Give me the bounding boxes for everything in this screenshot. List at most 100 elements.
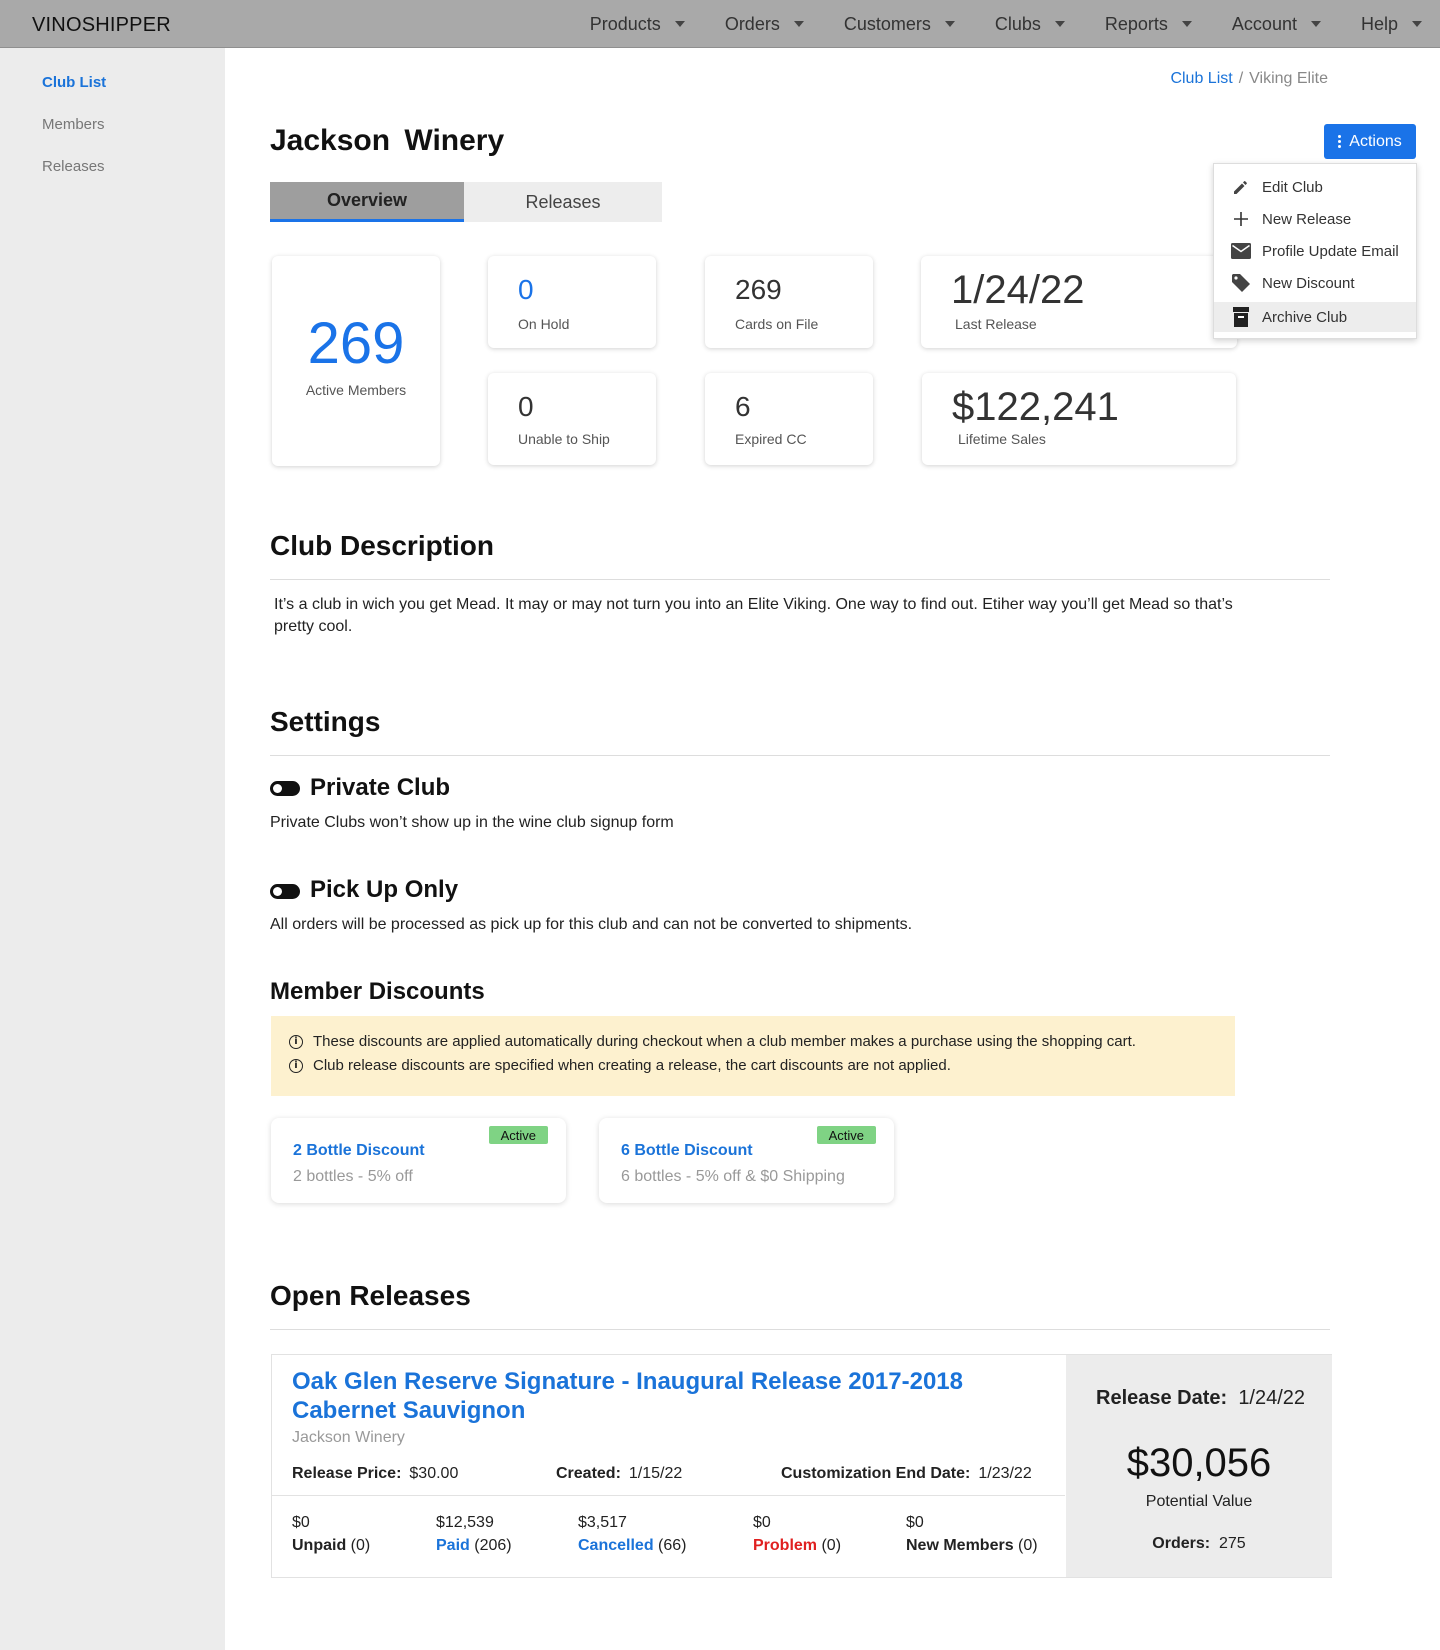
expired-cc-label: Expired CC	[735, 431, 807, 447]
nav-orders[interactable]: Orders	[725, 14, 804, 35]
tab-releases[interactable]: Releases	[464, 182, 662, 222]
breadcrumb-club-list[interactable]: Club List	[1170, 70, 1232, 87]
stat-card-expired-cc: 6 Expired CC	[705, 373, 873, 465]
stat-amount: $3,517	[578, 1514, 627, 1531]
release-card: Oak Glen Reserve Signature - Inaugural R…	[271, 1354, 1332, 1578]
status-badge: Active	[816, 1126, 876, 1144]
stat-card-active-members: 269 Active Members	[272, 256, 440, 466]
sidebar-item-club-list[interactable]: Club List	[42, 74, 106, 91]
menu-item-profile-update-email[interactable]: Profile Update Email	[1214, 236, 1416, 266]
tab-overview[interactable]: Overview	[270, 182, 464, 222]
release-winery: Jackson Winery	[292, 1429, 405, 1446]
chevron-down-icon	[1310, 21, 1321, 27]
stat-count: (66)	[658, 1537, 687, 1554]
release-stat-new-members: $0 New Members (0)	[906, 1511, 1038, 1557]
menu-item-label: Edit Club	[1262, 178, 1323, 196]
on-hold-label: On Hold	[518, 316, 570, 332]
release-date-label: Release Date:	[1096, 1387, 1228, 1409]
chevron-down-icon	[1412, 21, 1422, 27]
unable-to-ship-value: 0	[518, 391, 534, 422]
discount-info-box: i These discounts are applied automatica…	[271, 1016, 1235, 1096]
chevron-down-icon	[793, 21, 804, 27]
release-price: Release Price: $30.00	[292, 1465, 458, 1483]
menu-item-label: Profile Update Email	[1262, 242, 1399, 260]
stat-label: Unpaid	[292, 1537, 347, 1554]
menu-item-new-discount[interactable]: New Discount	[1214, 268, 1416, 298]
release-price-label: Release Price:	[292, 1465, 402, 1482]
club-description-heading: Club Description	[270, 530, 495, 561]
stat-count: (206)	[474, 1537, 512, 1554]
nav-products[interactable]: Products	[590, 14, 685, 35]
pick-up-only-note: All orders will be processed as pick up …	[270, 916, 913, 933]
custom-end-value: 1/23/22	[978, 1465, 1032, 1482]
release-stat-unpaid: $0 Unpaid (0)	[292, 1511, 370, 1557]
release-title-link[interactable]: Oak Glen Reserve Signature - Inaugural R…	[292, 1367, 1012, 1425]
cards-on-file-label: Cards on File	[735, 316, 819, 332]
stat-label: New Members	[906, 1537, 1014, 1554]
stat-amount: $12,539	[436, 1514, 494, 1531]
nav-clubs[interactable]: Clubs	[995, 14, 1065, 35]
release-stat-cancelled[interactable]: $3,517 Cancelled (66)	[578, 1511, 687, 1557]
stat-label-link[interactable]: Cancelled	[578, 1537, 654, 1554]
status-badge: Active	[488, 1126, 548, 1144]
plus-icon	[1230, 209, 1252, 229]
release-date: Release Date: 1/24/22	[1096, 1387, 1305, 1410]
info-icon: i	[289, 1034, 303, 1049]
actions-button[interactable]: Actions	[1324, 124, 1416, 159]
discount-name-link[interactable]: 2 Bottle Discount	[293, 1142, 425, 1160]
actions-button-label: Actions	[1349, 132, 1402, 150]
top-navbar: VINOSHIPPER Products Orders Customers Cl…	[0, 0, 1440, 48]
discount-detail: 2 bottles - 5% off	[293, 1168, 413, 1185]
nav-customers[interactable]: Customers	[844, 14, 955, 35]
info-line: i These discounts are applied automatica…	[289, 1033, 1136, 1050]
stat-card-on-hold[interactable]: 0 On Hold	[488, 256, 656, 348]
private-club-toggle[interactable]	[270, 781, 300, 796]
main-nav: Products Orders Customers Clubs Reports …	[550, 0, 1422, 48]
stat-label-link[interactable]: Problem	[753, 1537, 817, 1554]
stat-label-link[interactable]: Paid	[436, 1537, 470, 1554]
pick-up-only-title: Pick Up Only	[310, 876, 459, 903]
actions-menu: Edit Club New Release Profile Update Ema…	[1213, 163, 1417, 339]
archive-icon	[1230, 307, 1252, 327]
last-release-value: 1/24/22	[951, 268, 1085, 312]
stat-amount: $0	[906, 1514, 924, 1531]
release-date-value: 1/24/22	[1238, 1387, 1306, 1409]
release-stat-paid[interactable]: $12,539 Paid (206)	[436, 1511, 512, 1557]
sidebar-item-releases[interactable]: Releases	[42, 158, 105, 175]
info-icon: i	[289, 1058, 303, 1073]
release-stat-problem[interactable]: $0 Problem (0)	[753, 1511, 841, 1557]
menu-item-new-release[interactable]: New Release	[1214, 204, 1416, 234]
nav-help-label: Help	[1360, 13, 1398, 34]
discount-detail: 6 bottles - 5% off & $0 Shipping	[621, 1168, 845, 1185]
nav-account[interactable]: Account	[1232, 14, 1321, 35]
release-price-value: $30.00	[409, 1465, 459, 1482]
page-title: Jackson Winery	[270, 124, 505, 157]
cards-on-file-value: 269	[735, 274, 782, 305]
lifetime-sales-value: $122,241	[952, 385, 1119, 429]
menu-item-archive-club[interactable]: Archive Club	[1214, 302, 1416, 332]
more-vertical-icon	[1338, 134, 1342, 149]
stat-amount: $0	[753, 1514, 771, 1531]
info-text: Club release discounts are specified whe…	[313, 1057, 951, 1074]
menu-item-label: New Discount	[1262, 274, 1355, 292]
on-hold-value: 0	[518, 274, 534, 305]
chevron-down-icon	[1054, 21, 1065, 27]
breadcrumb: Club List / Viking Elite	[1170, 70, 1328, 88]
nav-reports[interactable]: Reports	[1105, 14, 1192, 35]
sidebar-item-members[interactable]: Members	[42, 116, 105, 133]
expired-cc-value: 6	[735, 391, 751, 422]
menu-item-edit-club[interactable]: Edit Club	[1214, 172, 1416, 202]
brand-logo[interactable]: VINOSHIPPER	[32, 14, 171, 37]
pick-up-only-toggle[interactable]	[270, 884, 300, 899]
active-members-label: Active Members	[305, 382, 407, 398]
discount-card-6-bottle: 6 Bottle Discount 6 bottles - 5% off & $…	[599, 1118, 894, 1203]
custom-end-label: Customization End Date:	[781, 1465, 971, 1482]
info-text: These discounts are applied automaticall…	[313, 1033, 1136, 1050]
menu-item-label: New Release	[1262, 210, 1352, 228]
stat-count: (0)	[821, 1537, 842, 1554]
nav-help[interactable]: Help	[1361, 14, 1422, 35]
settings-heading: Settings	[270, 706, 381, 737]
release-created: Created: 1/15/22	[556, 1465, 682, 1483]
discount-name-link[interactable]: 6 Bottle Discount	[621, 1142, 753, 1160]
last-release-label: Last Release	[955, 316, 1037, 332]
